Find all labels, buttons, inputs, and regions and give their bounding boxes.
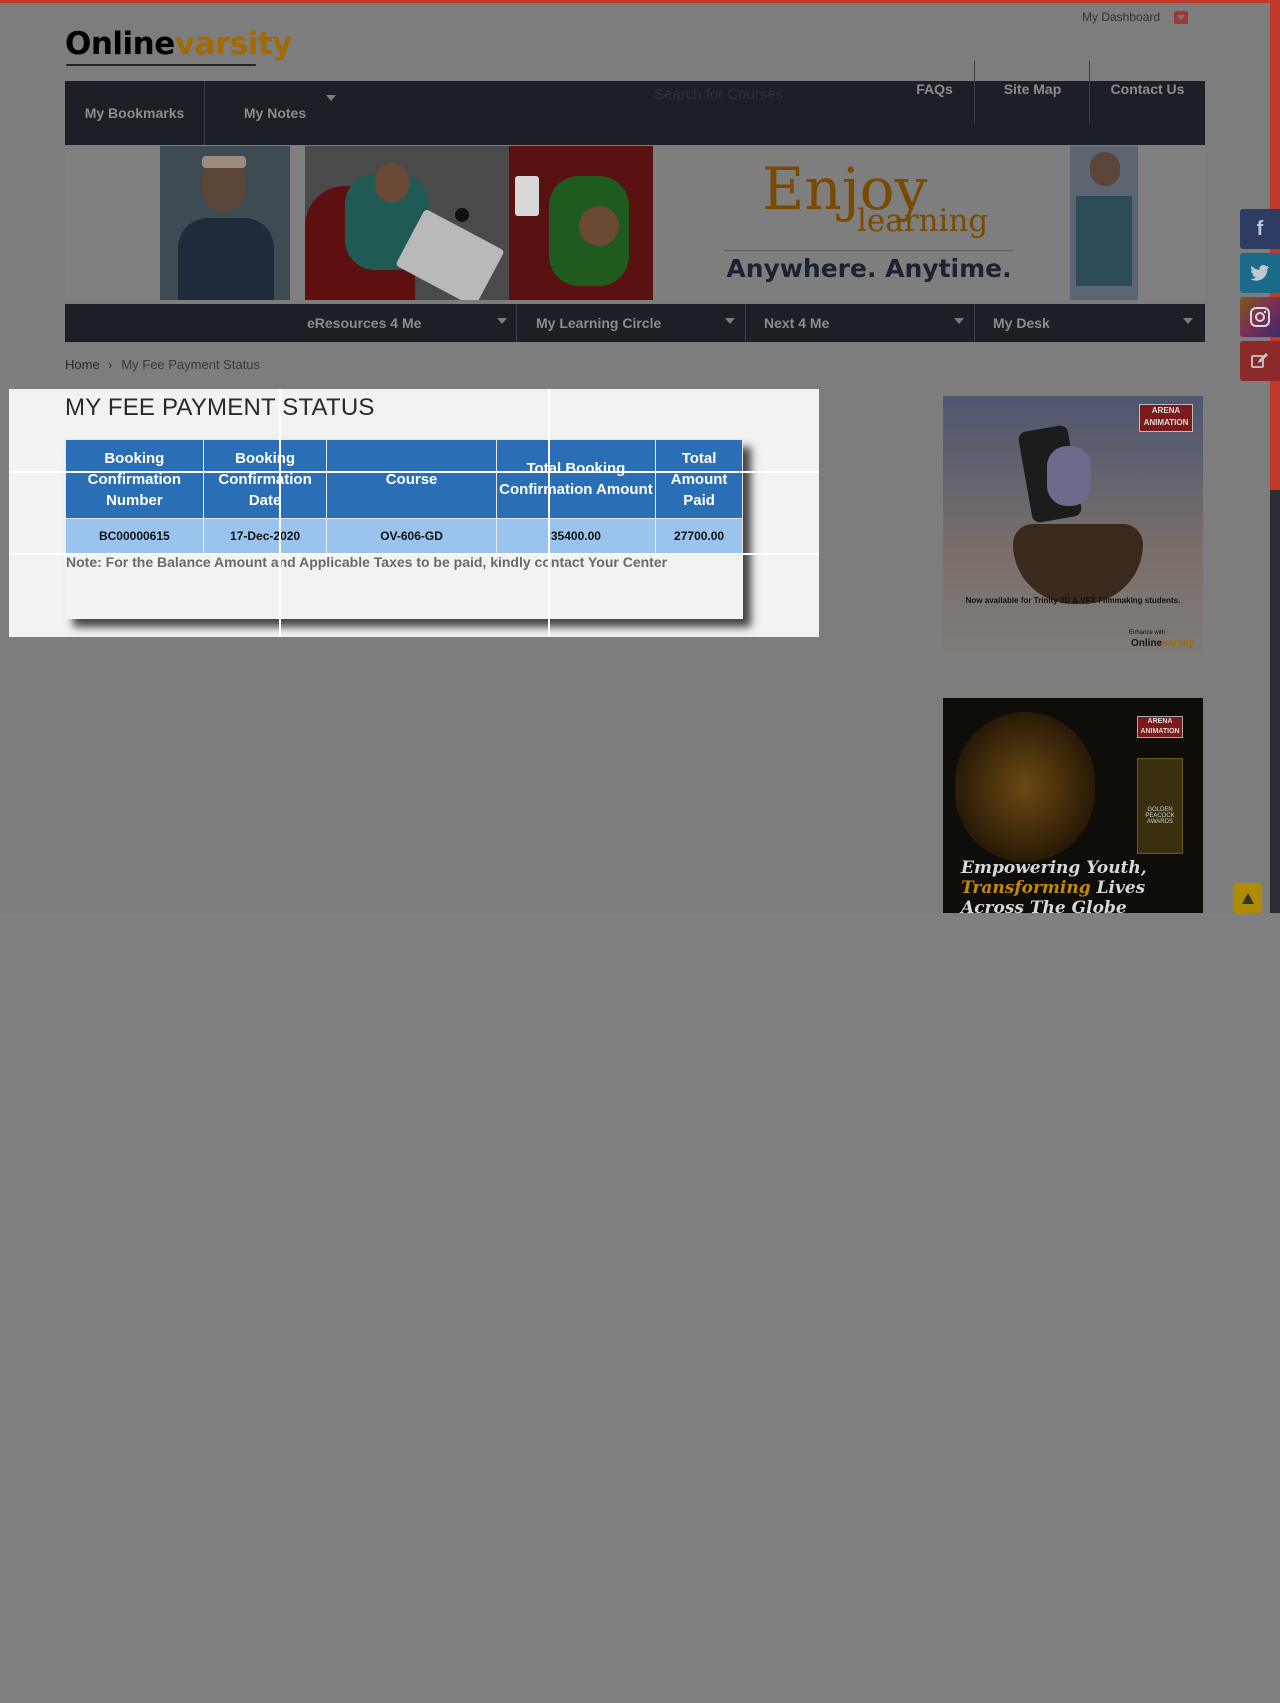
nav-site-map[interactable]: Site Map [975,81,1090,97]
page-title: MY FEE PAYMENT STATUS [65,394,375,421]
ad1-enhance-text: Enhance with [1129,630,1166,636]
logo-online-text: Online [65,26,175,62]
banner-photo-man-thinking [160,146,290,300]
nav-contact-us[interactable]: Contact Us [1090,81,1205,97]
overlay-grid-line [9,471,819,473]
overlay-grid-line [548,389,550,637]
banner-texture-right [1138,146,1205,300]
site-logo[interactable]: Onlinevarsity [65,26,292,62]
primary-nav: My Bookmarks My Notes FAQs Site Map Cont… [65,61,1205,145]
facebook-icon: f [1256,217,1264,240]
fee-status-table: Booking Confirmation Number Booking Conf… [65,439,743,554]
ad1-headline: Now available for Trinity 3D & VFX Filmm… [965,596,1181,605]
nav-contact-us-label: Contact Us [1110,81,1185,97]
arena-logo: ARENA ANIMATION [1137,716,1183,738]
breadcrumb-home[interactable]: Home [65,357,100,372]
learning-circle-chevron-down-icon[interactable] [725,318,735,324]
nav-my-desk[interactable]: My Desk [993,304,1050,342]
cell-booking-date: 17-Dec-2020 [202,518,328,554]
table-header-row: Booking Confirmation Number Booking Conf… [65,439,743,519]
dashboard-dropdown-icon[interactable] [1174,11,1188,24]
ad2-headline-line2: Transforming Lives [961,878,1147,898]
cell-total-amount-paid: 27700.00 [655,518,743,554]
col-course: Course [326,439,497,519]
my-notes-chevron-down-icon[interactable] [326,95,336,101]
twitter-share-button[interactable] [1240,253,1280,293]
arena-logo: ARENA ANIMATION [1139,404,1193,432]
breadcrumb-chevron-right-icon: › [108,357,113,372]
my-desk-chevron-down-icon[interactable] [1183,318,1193,324]
nav-my-learning-circle-label: My Learning Circle [536,315,662,331]
banner-photo-laptop-student [305,146,509,300]
banner-gap [290,146,305,300]
ad1-logo-varsity: varsity [1162,638,1195,649]
ad1-onlinevarsity-logo: Onlinevarsity [1131,638,1194,649]
nav-site-map-label: Site Map [1003,81,1062,97]
nav-faqs-label: FAQs [916,81,953,97]
instagram-share-button[interactable] [1240,297,1280,337]
nav-my-notes-label: My Notes [243,105,307,121]
instagram-icon [1250,307,1270,327]
nav-next-4-me[interactable]: Next 4 Me [764,304,829,342]
my-dashboard-link[interactable]: My Dashboard [1082,10,1160,24]
sidebar-ad-arena-awards[interactable]: ARENA ANIMATION GOLDEN PEACOCK AWARDS Em… [943,698,1203,913]
col-booking-date: Booking Confirmation Date [202,439,328,519]
cell-total-booking-amount: 35400.00 [495,518,657,554]
ad2-headline-line3: Across The Globe [961,898,1127,913]
hero-banner: Enjoy learning Anywhere. Anytime. [65,146,1205,300]
banner-tagline: Anywhere. Anytime. [726,254,1012,283]
ad2-word-lives: Lives [1096,878,1146,898]
ad1-logo-online: Online [1131,638,1163,649]
banner-learning-text: learning [857,203,989,239]
twitter-icon [1250,265,1270,281]
warning-icon[interactable] [1233,883,1262,913]
feedback-button[interactable] [1240,341,1280,381]
nav-next-4-me-label: Next 4 Me [764,315,830,331]
cell-booking-number: BC00000615 [65,518,204,554]
banner-divider [724,250,1014,251]
ad2-headline-line1: Empowering Youth, [961,858,1147,878]
edit-icon [1251,353,1268,368]
golden-peacock-award-badge: GOLDEN PEACOCK AWARDS [1137,758,1183,854]
nav-my-learning-circle[interactable]: My Learning Circle [536,304,661,342]
ad2-headline: Empowering Youth, Transforming Lives Acr… [961,858,1147,913]
nav-divider [974,304,975,342]
balance-note: Note: For the Balance Amount and Applica… [66,554,668,570]
facebook-share-button[interactable]: f [1240,209,1280,249]
secondary-nav: eResources 4 Me My Learning Circle Next … [65,304,1205,342]
logo-varsity-text: varsity [174,26,293,62]
nav-my-notes[interactable]: My Notes [205,81,345,145]
cell-course: OV-606-GD [326,518,497,554]
overlay-grid-line [9,553,819,555]
nav-divider [745,304,746,342]
nav-divider [516,304,517,342]
nav-eresources-label: eResources 4 Me [307,315,422,331]
banner-photo-woman-phone [509,146,653,300]
col-total-amount-paid: Total Amount Paid [655,439,743,519]
eresources-chevron-down-icon[interactable] [497,318,507,324]
breadcrumb-current: My Fee Payment Status [121,357,261,372]
sidebar-ad-arena-tutorials[interactable]: ARENA ANIMATION Now available for Trinit… [943,396,1203,655]
table-row: BC00000615 17-Dec-2020 OV-606-GD 35400.0… [65,518,743,554]
banner-photo-group [1070,146,1138,300]
banner-texture-left [65,146,160,300]
next-4-me-chevron-down-icon[interactable] [954,318,964,324]
search-input[interactable] [654,83,834,105]
logo-underline [66,64,256,66]
ad-character [1047,446,1091,506]
nav-my-bookmarks-label: My Bookmarks [84,105,185,121]
breadcrumb: Home › My Fee Payment Status [65,357,260,372]
col-total-booking-amount: Total Booking Confirmation Amount [495,439,657,519]
ad2-word-transforming: Transforming [961,878,1091,898]
peacock-feather-graphic [955,712,1095,862]
nav-my-bookmarks[interactable]: My Bookmarks [65,81,204,145]
nav-eresources[interactable]: eResources 4 Me [307,304,421,342]
fee-status-panel: Booking Confirmation Number Booking Conf… [65,439,743,619]
col-booking-number: Booking Confirmation Number [65,439,204,519]
overlay-grid-line [279,389,281,637]
nav-my-desk-label: My Desk [993,315,1050,331]
